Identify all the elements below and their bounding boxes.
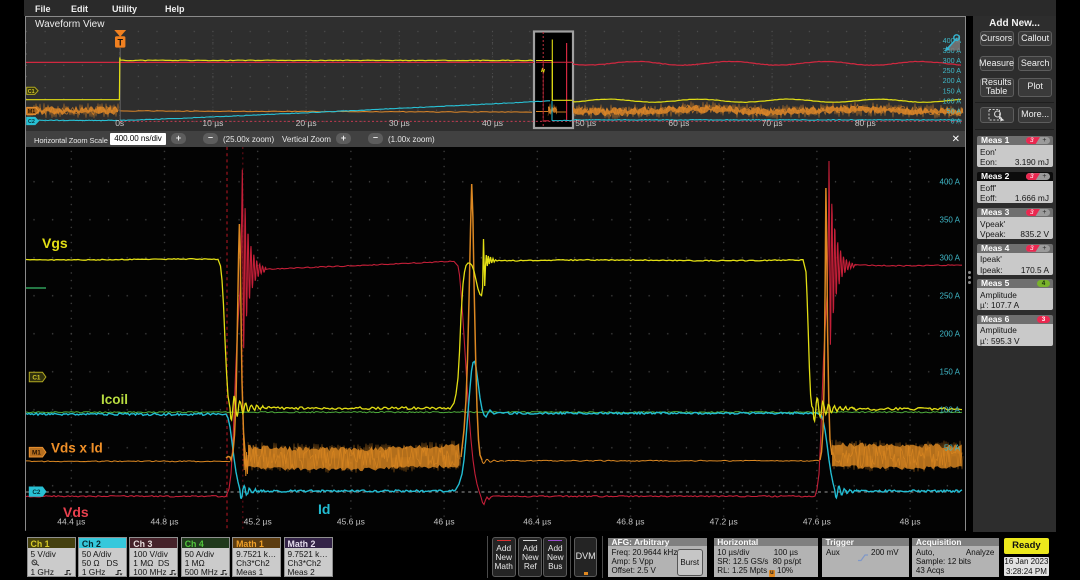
svg-text:46.8 µs: 46.8 µs	[616, 517, 644, 527]
svg-text:50 µs: 50 µs	[575, 118, 596, 128]
svg-text:Vds: Vds	[63, 504, 89, 520]
svg-text:150 A: 150 A	[943, 86, 962, 95]
svg-text:0s: 0s	[115, 118, 124, 128]
svg-text:48 µs: 48 µs	[900, 517, 921, 527]
svg-text:Id: Id	[318, 501, 330, 517]
svg-text:T: T	[117, 38, 123, 48]
svg-text:45.2 µs: 45.2 µs	[244, 517, 272, 527]
svg-text:250 A: 250 A	[940, 292, 961, 301]
svg-text:300 A: 300 A	[940, 254, 961, 263]
svg-text:300 A: 300 A	[943, 56, 962, 65]
svg-text:46.4 µs: 46.4 µs	[523, 517, 551, 527]
svg-text:10 µs: 10 µs	[202, 118, 223, 128]
svg-text:100 A: 100 A	[943, 96, 962, 105]
svg-text:47.2 µs: 47.2 µs	[710, 517, 738, 527]
svg-text:50 A: 50 A	[947, 107, 962, 116]
svg-text:70 µs: 70 µs	[762, 118, 783, 128]
svg-text:250 A: 250 A	[943, 66, 962, 75]
svg-text:60 µs: 60 µs	[668, 118, 689, 128]
svg-text:100 A: 100 A	[940, 406, 961, 415]
svg-text:400 A: 400 A	[940, 178, 961, 187]
svg-text:Vgs: Vgs	[42, 235, 68, 251]
svg-text:Icoil: Icoil	[101, 392, 128, 407]
svg-text:150 A: 150 A	[940, 368, 961, 377]
svg-text:C1: C1	[32, 374, 41, 381]
svg-text:80 µs: 80 µs	[855, 118, 876, 128]
svg-text:C2: C2	[32, 489, 41, 496]
svg-text:40 µs: 40 µs	[482, 118, 503, 128]
svg-text:30 µs: 30 µs	[389, 118, 410, 128]
svg-text:200 A: 200 A	[940, 330, 961, 339]
svg-text:0 A: 0 A	[951, 117, 962, 126]
svg-text:46 µs: 46 µs	[434, 517, 455, 527]
svg-text:Vds x Id: Vds x Id	[51, 441, 103, 456]
svg-text:44.8 µs: 44.8 µs	[150, 517, 178, 527]
svg-text:20 µs: 20 µs	[296, 118, 317, 128]
svg-text:M1: M1	[32, 450, 41, 457]
svg-text:350 A: 350 A	[940, 216, 961, 225]
svg-text:47.6 µs: 47.6 µs	[803, 517, 831, 527]
svg-text:C1: C1	[28, 89, 35, 95]
svg-text:45.6 µs: 45.6 µs	[337, 517, 365, 527]
svg-text:M1: M1	[28, 109, 36, 115]
svg-text:50 A: 50 A	[944, 444, 961, 453]
svg-text:C2: C2	[28, 119, 35, 125]
svg-text:200 A: 200 A	[943, 76, 962, 85]
